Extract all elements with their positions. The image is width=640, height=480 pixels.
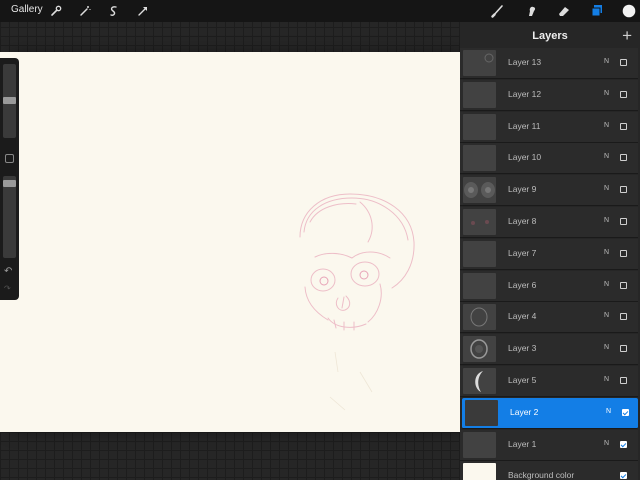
blend-mode-button[interactable]: N [604, 153, 609, 160]
layer-name: Layer 12 [508, 88, 542, 99]
layer-row[interactable]: Layer 2 N [462, 397, 638, 429]
layer-thumbnail [463, 463, 496, 480]
blend-mode-button[interactable]: N [606, 408, 611, 415]
layer-row[interactable]: Layer 4 N [460, 302, 638, 334]
visibility-checkbox[interactable] [620, 154, 627, 162]
layer-name: Layer 1 [508, 438, 537, 449]
layer-row[interactable]: Layer 1 N [460, 429, 638, 461]
blend-mode-button[interactable]: N [604, 58, 609, 65]
visibility-checkbox[interactable] [620, 313, 627, 321]
blend-mode-button[interactable]: N [604, 376, 609, 383]
layer-row[interactable]: Layer 8 N [460, 207, 638, 238]
visibility-checkbox[interactable] [620, 249, 627, 257]
layer-thumbnail [463, 368, 496, 394]
layer-thumbnail [463, 240, 496, 267]
blend-mode-button[interactable]: N [604, 344, 609, 351]
layer-name: Layer 10 [508, 152, 542, 163]
visibility-checkbox[interactable] [620, 440, 627, 448]
layer-thumbnail [463, 50, 496, 76]
layer-row[interactable]: Layer 6 N [460, 270, 638, 302]
layer-name: Layer 4 [508, 311, 537, 322]
visibility-checkbox[interactable] [620, 472, 627, 480]
background-color-layer[interactable]: Background color [460, 461, 638, 480]
layer-row[interactable]: Layer 5 N [460, 366, 638, 397]
visibility-checkbox[interactable] [620, 90, 627, 98]
visibility-checkbox[interactable] [620, 122, 627, 130]
layer-name: Layer 9 [508, 184, 537, 195]
wrench-icon[interactable] [48, 3, 64, 19]
layer-thumbnail [463, 272, 496, 299]
blend-mode-button[interactable]: N [604, 312, 609, 319]
layer-thumbnail [463, 81, 496, 108]
blend-mode-button[interactable]: N [604, 90, 609, 97]
modify-button[interactable] [5, 154, 14, 163]
layer-name: Layer 6 [508, 279, 537, 290]
redo-icon[interactable]: ↷ [4, 284, 11, 293]
layers-icon[interactable] [589, 3, 605, 19]
layer-row[interactable]: Layer 9 N [460, 175, 638, 207]
selection-icon[interactable] [106, 3, 122, 19]
visibility-checkbox[interactable] [622, 408, 629, 416]
visibility-checkbox[interactable] [620, 345, 627, 353]
layer-thumbnail [463, 113, 496, 140]
visibility-checkbox[interactable] [620, 59, 627, 66]
blend-mode-button[interactable]: N [604, 122, 609, 129]
blend-mode-button[interactable]: N [604, 185, 609, 192]
layer-thumbnail [463, 209, 496, 235]
layer-thumbnail [465, 399, 498, 426]
blend-mode-button[interactable]: N [604, 440, 609, 447]
visibility-checkbox[interactable] [620, 218, 627, 225]
layer-name: Layer 3 [508, 343, 537, 354]
color-icon[interactable] [621, 3, 637, 19]
brush-size-handle[interactable] [3, 97, 16, 105]
blend-mode-button[interactable]: N [604, 249, 609, 256]
layer-name: Layer 8 [508, 216, 537, 226]
skull-sketch [299, 193, 415, 411]
blend-mode-button[interactable]: N [604, 281, 609, 288]
blend-mode-button[interactable]: N [604, 217, 609, 224]
layer-row[interactable]: Layer 12 N [460, 79, 638, 111]
add-layer-button[interactable]: + [622, 25, 632, 47]
layer-name: Layer 5 [508, 375, 537, 385]
drawing-canvas[interactable] [0, 52, 460, 432]
visibility-checkbox[interactable] [620, 281, 627, 289]
layer-row[interactable]: Layer 3 N [460, 334, 638, 366]
layer-row[interactable]: Layer 13 N [460, 48, 638, 79]
layer-name: Layer 11 [508, 120, 541, 131]
layer-thumbnail [463, 336, 496, 363]
layer-name: Background color [508, 470, 575, 480]
layer-thumbnail [463, 431, 496, 458]
layer-row[interactable]: Layer 11 N [460, 111, 638, 143]
eraser-icon[interactable] [556, 3, 572, 19]
top-toolbar: Gallery [0, 0, 640, 22]
magic-wand-icon[interactable] [77, 3, 93, 19]
layer-name: Layer 13 [508, 57, 542, 67]
layer-row[interactable]: Layer 7 N [460, 238, 638, 270]
layers-panel: Layers + Layer 13 N Layer 12 N Layer 11 N Laye… [460, 22, 640, 480]
layer-row[interactable]: Layer 10 N [460, 143, 638, 175]
layer-name: Layer 2 [510, 406, 539, 417]
smudge-icon[interactable] [524, 3, 540, 19]
layers-panel-title: Layers [532, 30, 568, 42]
visibility-checkbox[interactable] [620, 377, 627, 384]
opacity-slider[interactable] [3, 176, 16, 258]
layer-name: Layer 7 [508, 247, 537, 258]
gallery-button[interactable]: Gallery [11, 4, 43, 15]
left-sidebar: ↶ ↷ [0, 58, 19, 300]
visibility-checkbox[interactable] [620, 186, 627, 194]
layer-thumbnail [463, 304, 496, 331]
brush-icon[interactable] [490, 3, 506, 19]
layer-thumbnail [463, 177, 496, 204]
opacity-handle[interactable] [3, 179, 16, 187]
undo-icon[interactable]: ↶ [4, 266, 12, 277]
layer-thumbnail [463, 145, 496, 172]
transform-icon[interactable] [135, 3, 151, 19]
